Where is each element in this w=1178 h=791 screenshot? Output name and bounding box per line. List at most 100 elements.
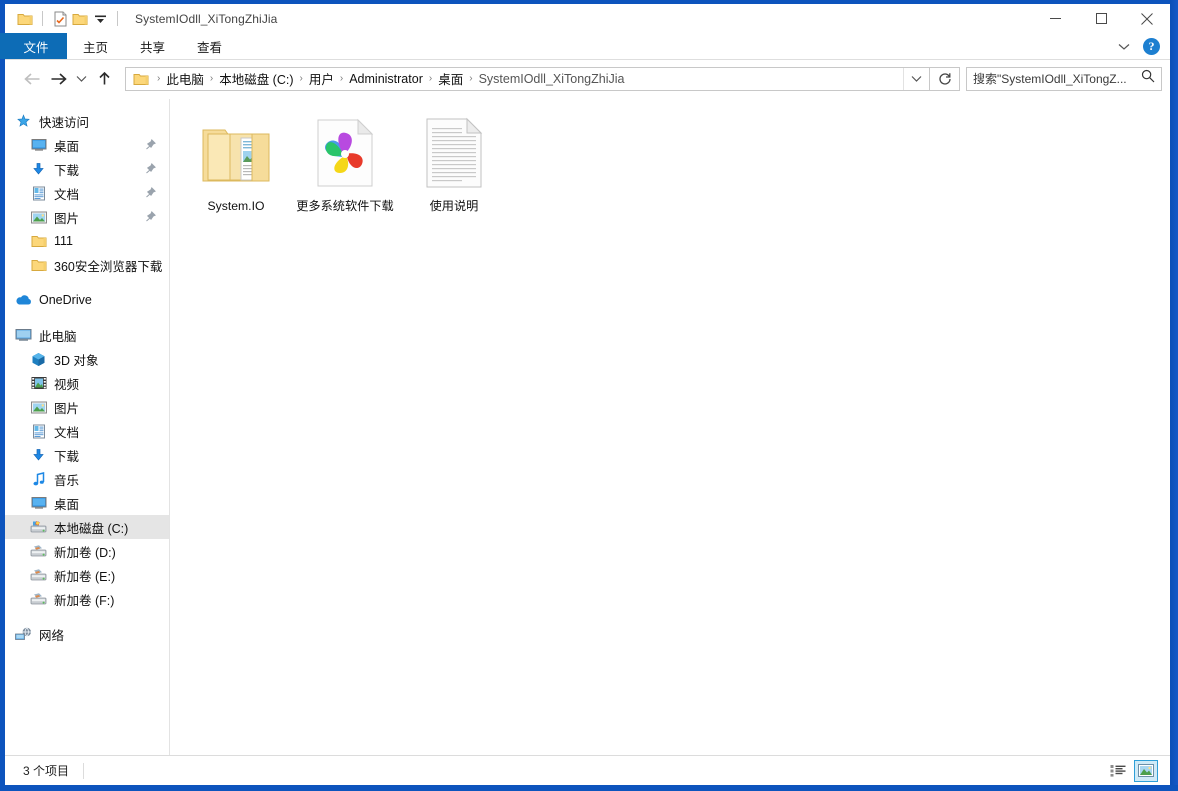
status-separator xyxy=(83,762,85,779)
sidebar-label: 文档 xyxy=(54,187,80,202)
help-icon[interactable]: ? xyxy=(1143,38,1160,55)
sidebar-item-volume-f[interactable]: 新加卷 (F:) xyxy=(5,587,169,611)
this-pc-icon xyxy=(15,327,32,344)
downloads-icon xyxy=(30,161,47,178)
sidebar-item-network[interactable]: 网络 xyxy=(5,622,169,646)
sidebar-item-this-pc[interactable]: 此电脑 xyxy=(5,323,169,347)
system-drive-icon xyxy=(30,519,47,536)
pin-icon[interactable] xyxy=(145,211,156,222)
pin-icon[interactable] xyxy=(145,139,156,150)
list-item[interactable]: 更多系统软件下载 xyxy=(291,111,399,214)
breadcrumb-item-current-folder[interactable]: SystemIOdll_XiTongZhiJia xyxy=(474,72,630,86)
sidebar-item-documents[interactable]: 文档 xyxy=(5,181,169,205)
sidebar-item-360-browser-downloads[interactable]: 360安全浏览器下载 xyxy=(5,253,169,277)
documents-icon xyxy=(30,185,47,202)
recent-locations-button[interactable] xyxy=(71,66,91,92)
tab-file[interactable]: 文件 xyxy=(0,33,67,59)
up-button[interactable] xyxy=(91,66,117,92)
downloads-icon xyxy=(30,447,47,464)
address-dropdown-icon[interactable] xyxy=(903,67,929,90)
back-button[interactable] xyxy=(19,66,45,92)
text-document-icon xyxy=(416,115,492,191)
sidebar-item-videos[interactable]: 视频 xyxy=(5,371,169,395)
sidebar-label: 图片 xyxy=(54,401,80,416)
sidebar-item-pictures[interactable]: 图片 xyxy=(5,205,169,229)
sidebar-label: 新加卷 (F:) xyxy=(54,593,115,608)
sidebar-item-3d-objects[interactable]: 3D 对象 xyxy=(5,347,169,371)
status-bar: 3 个项目 xyxy=(5,755,1170,785)
large-icons-view-button[interactable] xyxy=(1134,759,1158,782)
sidebar-item-desktop[interactable]: 桌面 xyxy=(5,133,169,157)
pin-icon[interactable] xyxy=(145,163,156,174)
sidebar-label: OneDrive xyxy=(39,293,92,307)
refresh-button[interactable] xyxy=(930,66,960,91)
item-label: 更多系统软件下载 xyxy=(296,199,394,213)
sidebar-label: 网络 xyxy=(39,628,65,643)
search-icon[interactable] xyxy=(1141,69,1155,88)
item-label: System.IO xyxy=(207,199,265,213)
close-button[interactable] xyxy=(1124,4,1170,33)
sidebar-label: 桌面 xyxy=(54,139,80,154)
breadcrumb-item-administrator[interactable]: Administrator xyxy=(344,72,428,86)
desktop-icon xyxy=(30,495,47,512)
sidebar-item-desktop-pc[interactable]: 桌面 xyxy=(5,491,169,515)
3d-objects-icon xyxy=(30,351,47,368)
browser-pinwheel-document-icon xyxy=(307,115,383,191)
chevron-down-icon[interactable] xyxy=(1113,36,1135,58)
maximize-button[interactable] xyxy=(1078,4,1124,33)
main-area: 快速访问 桌面 下载 文档 图片 111 360安全浏览器下载 OneDrive… xyxy=(5,99,1170,755)
breadcrumb-item-this-pc[interactable]: 此电脑 xyxy=(161,69,209,88)
window-controls xyxy=(1032,4,1170,33)
pictures-icon xyxy=(30,209,47,226)
list-item[interactable]: System.IO xyxy=(182,111,290,214)
breadcrumb-item-local-disk-c[interactable]: 本地磁盘 (C:) xyxy=(214,69,298,88)
sidebar-item-pictures-pc[interactable]: 图片 xyxy=(5,395,169,419)
sidebar-item-music[interactable]: 音乐 xyxy=(5,467,169,491)
breadcrumb-item-desktop[interactable]: 桌面 xyxy=(433,69,468,88)
folder-icon[interactable] xyxy=(15,9,35,29)
sidebar-label: 新加卷 (D:) xyxy=(54,545,116,560)
address-folder-icon xyxy=(132,70,149,87)
desktop-icon xyxy=(30,137,47,154)
customize-dropdown-icon[interactable] xyxy=(90,9,110,29)
sidebar-item-onedrive[interactable]: OneDrive xyxy=(5,288,169,312)
sidebar-item-volume-e[interactable]: 新加卷 (E:) xyxy=(5,563,169,587)
forward-button[interactable] xyxy=(45,66,71,92)
qat-separator-1 xyxy=(42,11,43,26)
sidebar-label: 111 xyxy=(54,234,74,248)
ribbon-right-controls: ? xyxy=(1113,33,1166,60)
sidebar-item-documents-pc[interactable]: 文档 xyxy=(5,419,169,443)
breadcrumb-item-users[interactable]: 用户 xyxy=(304,69,339,88)
tab-share[interactable]: 共享 xyxy=(124,33,181,59)
properties-icon[interactable] xyxy=(50,9,70,29)
file-list-pane[interactable]: System.IO 更多系统软件下载 使用说明 xyxy=(170,99,1170,755)
sidebar-item-local-disk-c[interactable]: 本地磁盘 (C:) xyxy=(5,515,169,539)
minimize-button[interactable] xyxy=(1032,4,1078,33)
title-bar: SystemIOdll_XiTongZhiJia xyxy=(5,4,1170,33)
network-icon xyxy=(15,626,32,643)
search-input[interactable]: 搜索"SystemIOdll_XiTongZ... xyxy=(966,66,1162,91)
sidebar-item-volume-d[interactable]: 新加卷 (D:) xyxy=(5,539,169,563)
pin-icon[interactable] xyxy=(145,187,156,198)
details-view-button[interactable] xyxy=(1106,760,1130,782)
sidebar-label: 桌面 xyxy=(54,497,80,512)
sidebar-item-quick-access[interactable]: 快速访问 xyxy=(5,109,169,133)
list-item[interactable]: 使用说明 xyxy=(400,111,508,214)
sidebar-item-downloads-pc[interactable]: 下载 xyxy=(5,443,169,467)
tab-view[interactable]: 查看 xyxy=(181,33,238,59)
tab-home[interactable]: 主页 xyxy=(67,33,124,59)
window-title: SystemIOdll_XiTongZhiJia xyxy=(135,11,278,26)
breadcrumb: › 此电脑 › 本地磁盘 (C:) › 用户 › Administrator ›… xyxy=(156,69,903,88)
drive-icon xyxy=(30,591,47,608)
sidebar-label: 视频 xyxy=(54,377,80,392)
documents-icon xyxy=(30,423,47,440)
sidebar-item-downloads[interactable]: 下载 xyxy=(5,157,169,181)
navigation-pane[interactable]: 快速访问 桌面 下载 文档 图片 111 360安全浏览器下载 OneDrive… xyxy=(5,99,170,755)
address-bar[interactable]: › 此电脑 › 本地磁盘 (C:) › 用户 › Administrator ›… xyxy=(125,66,930,91)
new-folder-icon[interactable] xyxy=(70,9,90,29)
sidebar-label: 音乐 xyxy=(54,473,80,488)
navigation-bar: › 此电脑 › 本地磁盘 (C:) › 用户 › Administrator ›… xyxy=(5,60,1170,97)
sidebar-item-111[interactable]: 111 xyxy=(5,229,169,253)
window-border-right xyxy=(1170,0,1178,791)
